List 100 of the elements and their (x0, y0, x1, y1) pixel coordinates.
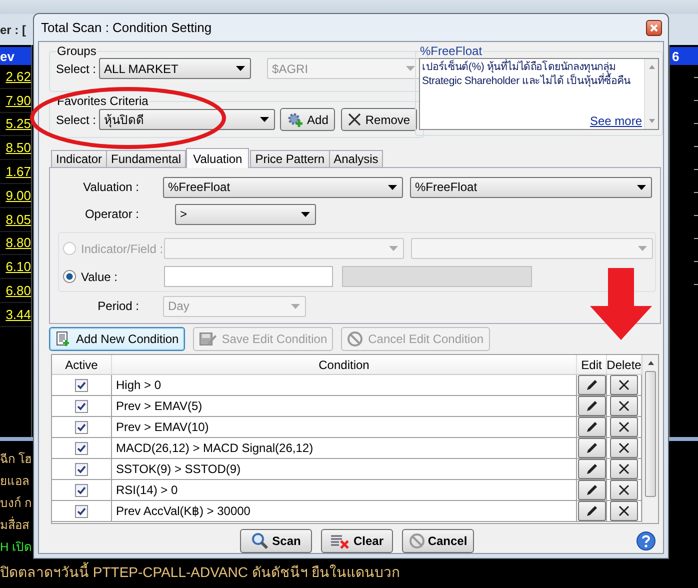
dropdown[interactable]: หุ้นปิดดี (99, 109, 276, 130)
edit-button[interactable] (578, 438, 606, 458)
prohibited-icon (347, 331, 364, 347)
checkbox[interactable] (75, 484, 88, 496)
pencil-icon (584, 483, 598, 497)
clear-button[interactable]: Clear (321, 529, 393, 553)
checkbox[interactable] (75, 504, 88, 518)
edit-button[interactable] (578, 417, 606, 437)
caret-icon (388, 184, 397, 190)
tab[interactable]: Fundamental (106, 150, 186, 167)
delete-button[interactable] (610, 375, 638, 395)
radio-button[interactable] (63, 270, 76, 283)
caret-icon (638, 246, 647, 251)
table-cell: SSTOK(9) > SSTOD(9) (112, 459, 577, 480)
checkbox[interactable] (75, 378, 88, 392)
close-icon (618, 463, 630, 475)
caret-icon (389, 246, 398, 251)
unit-field[interactable] (342, 266, 532, 287)
checkmark-icon (77, 380, 86, 390)
close-icon (618, 421, 630, 433)
delete-button[interactable] (610, 417, 638, 437)
dropdown[interactable]: %FreeFloat (410, 176, 652, 198)
radio-button[interactable] (63, 242, 76, 255)
price-value[interactable]: 3.44 (6, 306, 31, 322)
checkbox[interactable] (75, 400, 88, 412)
delete-button[interactable] (610, 396, 638, 416)
tab[interactable]: Indicator (51, 150, 108, 167)
table-cell: RSI(14) > 0 (112, 480, 577, 501)
edit-button[interactable] (578, 375, 606, 395)
caret-icon (236, 66, 246, 71)
price-value[interactable]: 6.10 (6, 259, 31, 274)
table-cell: MACD(26,12) > MACD Signal(26,12) (112, 438, 577, 459)
edit-button[interactable] (578, 459, 606, 479)
column-header: Condition (112, 355, 577, 375)
column-header: ev (0, 47, 31, 65)
gear-add-icon (287, 112, 304, 128)
help-icon[interactable] (636, 531, 656, 551)
news-headline[interactable]: บงก์ ก (0, 492, 32, 514)
news-headline[interactable]: มสื่อส (0, 514, 29, 536)
checkmark-icon (77, 422, 86, 432)
price-value[interactable]: 7.90 (6, 92, 31, 108)
tab[interactable]: Price Pattern (250, 150, 330, 167)
delete-button[interactable] (610, 459, 638, 479)
checkbox[interactable] (75, 442, 88, 454)
remove-button[interactable]: Remove (341, 108, 418, 131)
close-icon (618, 379, 630, 391)
window-title: Total Scan : Condition Setting (41, 20, 212, 35)
checkbox[interactable] (75, 420, 88, 434)
price-value[interactable]: 2.62 (6, 68, 31, 84)
price-value[interactable]: 8.80 (6, 235, 31, 250)
table-cell: Prev AccVal(K฿) > 30000 (112, 501, 577, 522)
group-title: Favorites Criteria (56, 94, 150, 108)
edit-button[interactable] (578, 501, 606, 521)
close-icon (348, 113, 362, 126)
dropdown[interactable]: %FreeFloat (163, 176, 403, 198)
dropdown[interactable]: ALL MARKET (99, 58, 252, 79)
value-field[interactable] (164, 266, 333, 287)
tab[interactable]: Valuation (186, 148, 250, 168)
arrow-drawing (590, 268, 652, 340)
price-value[interactable]: 6.80 (6, 283, 31, 298)
price-value[interactable]: 8.50 (6, 140, 31, 156)
cancel-button[interactable]: Cancel (402, 529, 474, 553)
column-header: Active (52, 355, 112, 375)
clear-list-icon (330, 533, 350, 549)
add-condition-button[interactable]: Add New Condition (49, 327, 185, 351)
close-icon (650, 24, 658, 32)
news-headline[interactable]: ยแอล (0, 470, 29, 492)
price-value[interactable]: 9.00 (6, 188, 31, 203)
dropdown[interactable]: > (175, 204, 316, 224)
document-add-icon (55, 331, 71, 347)
price-value[interactable]: 8.05 (6, 212, 31, 227)
close-button[interactable] (646, 20, 662, 36)
delete-button[interactable] (610, 438, 638, 458)
checkmark-icon (77, 464, 86, 474)
price-value[interactable]: 1.67 (6, 164, 31, 180)
checkbox[interactable] (75, 462, 88, 476)
news-headline[interactable]: H เปิด (0, 536, 32, 558)
delete-button[interactable] (610, 501, 638, 521)
pencil-icon (584, 378, 598, 392)
price-value[interactable]: 5.25 (6, 116, 31, 132)
close-icon (618, 505, 630, 517)
table-cell: Prev > EMAV(10) (112, 417, 577, 438)
edit-button[interactable] (578, 480, 606, 500)
pencil-icon (584, 399, 598, 413)
prohibited-icon (408, 533, 425, 549)
pencil-icon (584, 462, 598, 476)
tab[interactable]: Analysis (328, 150, 384, 167)
caret-icon (637, 184, 646, 190)
add-button[interactable]: Add (280, 108, 336, 131)
news-headline[interactable]: ฉีก โฮ (0, 448, 32, 470)
scrollbar-thumb[interactable] (645, 371, 656, 497)
caret-icon (406, 66, 416, 71)
pencil-icon (584, 420, 598, 434)
delete-button[interactable] (610, 480, 638, 500)
column-header: 6 (670, 47, 698, 65)
see-more-link[interactable]: See more (590, 114, 642, 128)
checkmark-icon (77, 444, 86, 452)
save-edit-icon (198, 331, 217, 347)
scan-button[interactable]: Scan (240, 529, 312, 553)
edit-button[interactable] (578, 396, 606, 416)
